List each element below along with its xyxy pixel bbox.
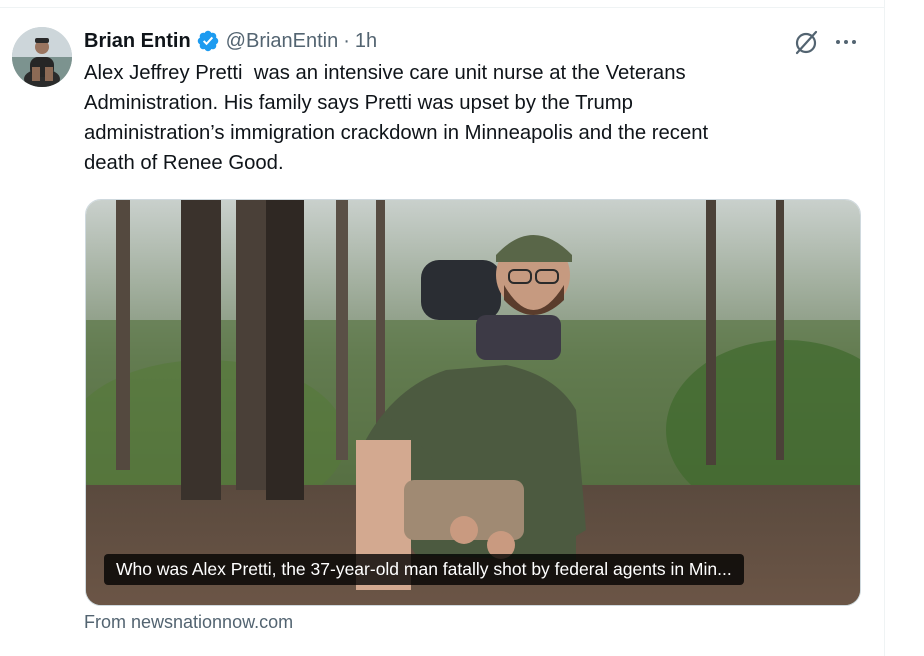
verified-badge-icon[interactable] <box>196 29 220 53</box>
timeline-right-border <box>884 0 885 656</box>
link-card-image[interactable]: Who was Alex Pretti, the 37-year-old man… <box>85 199 861 606</box>
forest-photo <box>86 200 860 605</box>
author-handle[interactable]: @BrianEntin <box>226 30 339 53</box>
tweet-text-line: administration’s immigration crackdown i… <box>84 122 709 144</box>
author-name[interactable]: Brian Entin <box>84 30 191 53</box>
header-separator: · <box>343 29 350 52</box>
card-caption[interactable]: Who was Alex Pretti, the 37-year-old man… <box>104 554 744 585</box>
tweet-text-line: Alex Jeffrey Pretti was an intensive car… <box>84 62 686 84</box>
tweet-header: Brian Entin @BrianEntin · 1h <box>84 27 377 55</box>
tweet-text-line: death of Renee Good. <box>84 152 284 174</box>
more-options-icon[interactable] <box>831 27 861 57</box>
card-source[interactable]: From newsnationnow.com <box>84 612 293 633</box>
avatar[interactable] <box>12 27 72 87</box>
tweet-text: Alex Jeffrey Pretti was an intensive car… <box>84 58 864 178</box>
tweet-text-line: Administration. His family says Pretti w… <box>84 92 633 114</box>
top-divider <box>0 0 884 8</box>
grok-icon[interactable] <box>791 27 821 57</box>
timestamp[interactable]: 1h <box>355 30 377 53</box>
